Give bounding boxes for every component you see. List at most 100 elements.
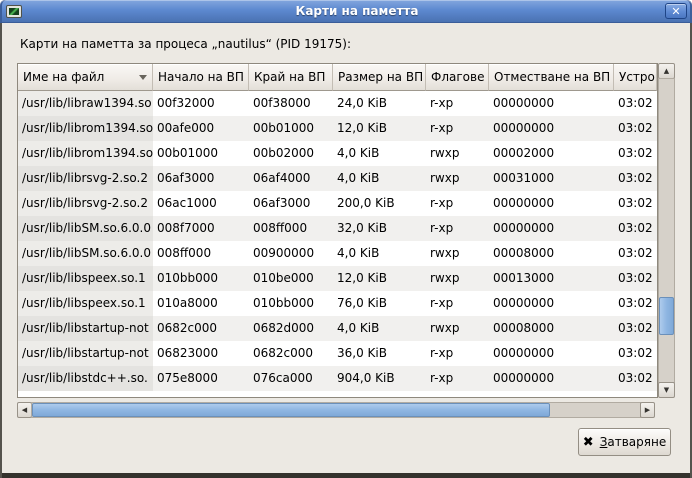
- cell-filename: /usr/lib/libspeex.so.1: [18, 266, 153, 291]
- cell-vm-offset: 00013000: [489, 266, 614, 291]
- column-header[interactable]: Начало на ВП: [153, 64, 249, 91]
- cell-vm-size: 24,0 KiB: [333, 91, 426, 116]
- cell-vm-start: 075e8000: [153, 366, 249, 391]
- column-header[interactable]: Край на ВП: [249, 64, 333, 91]
- vertical-scrollbar[interactable]: ▲ ▼: [658, 63, 675, 398]
- cell-vm-size: 4,0 KiB: [333, 316, 426, 341]
- column-header-label: Край на ВП: [254, 65, 325, 90]
- monitor-screen: [9, 8, 19, 15]
- cell-flags: rwxp: [426, 266, 489, 291]
- cell-vm-size: 76,0 KiB: [333, 291, 426, 316]
- table-row[interactable]: /usr/lib/librsvg-2.so.2 06ac1000 06af300…: [18, 191, 657, 216]
- table-row[interactable]: /usr/lib/libstdc++.so. 075e8000 076ca000…: [18, 366, 657, 391]
- column-header[interactable]: Устройство: [614, 64, 657, 91]
- cell-vm-offset: 00000000: [489, 291, 614, 316]
- cell-vm-end: 06af4000: [249, 166, 333, 191]
- cell-vm-offset: 00031000: [489, 166, 614, 191]
- horizontal-scrollbar-thumb[interactable]: [32, 403, 550, 417]
- cell-vm-offset: 00008000: [489, 316, 614, 341]
- cell-filename: /usr/lib/libstartup-not: [18, 316, 153, 341]
- cell-device: 03:02: [614, 316, 657, 341]
- cell-flags: r-xp: [426, 191, 489, 216]
- cell-device: 03:02: [614, 216, 657, 241]
- scroll-left-button[interactable]: ◀: [17, 402, 32, 418]
- cell-flags: r-xp: [426, 366, 489, 391]
- column-header[interactable]: Флагове: [426, 64, 489, 91]
- arrow-left-icon: ◀: [22, 406, 27, 414]
- cell-vm-offset: 00000000: [489, 216, 614, 241]
- column-header[interactable]: Отместване на ВП: [489, 64, 614, 91]
- column-header-label: Отместване на ВП: [494, 65, 610, 90]
- arrow-up-icon: ▲: [664, 67, 669, 75]
- cell-vm-offset: 00002000: [489, 141, 614, 166]
- cell-vm-start: 06ac1000: [153, 191, 249, 216]
- column-header-label: Име на файл: [23, 65, 104, 90]
- cell-vm-start: 06823000: [153, 341, 249, 366]
- cell-vm-end: 008ff000: [249, 216, 333, 241]
- cell-vm-offset: 00000000: [489, 91, 614, 116]
- table-row[interactable]: /usr/lib/libspeex.so.1 010a8000 010bb000…: [18, 291, 657, 316]
- close-dialog-button[interactable]: ✖ Затваряне: [578, 428, 671, 456]
- cell-vm-size: 4,0 KiB: [333, 166, 426, 191]
- cell-vm-start: 06af3000: [153, 166, 249, 191]
- table-header-row: Име на файл Начало на ВП Край на ВП Разм…: [18, 64, 657, 91]
- arrow-right-icon: ▶: [645, 406, 650, 414]
- cell-filename: /usr/lib/libraw1394.so: [18, 91, 153, 116]
- cell-vm-end: 00900000: [249, 241, 333, 266]
- table-row[interactable]: /usr/lib/libstartup-not 06823000 0682c00…: [18, 341, 657, 366]
- cell-vm-end: 010bb000: [249, 291, 333, 316]
- arrow-down-icon: ▼: [664, 386, 669, 394]
- cell-device: 03:02: [614, 241, 657, 266]
- table-row[interactable]: /usr/lib/libstartup-not 0682c000 0682d00…: [18, 316, 657, 341]
- cell-vm-offset: 00000000: [489, 116, 614, 141]
- titlebar[interactable]: Карти на паметта ✕: [0, 0, 692, 23]
- cell-device: 03:02: [614, 266, 657, 291]
- cell-vm-offset: 00000000: [489, 341, 614, 366]
- table-row[interactable]: /usr/lib/libSM.so.6.0.0 008f7000 008ff00…: [18, 216, 657, 241]
- cell-vm-size: 32,0 KiB: [333, 216, 426, 241]
- cell-vm-end: 0682d000: [249, 316, 333, 341]
- cell-device: 03:02: [614, 166, 657, 191]
- cell-flags: rwxp: [426, 241, 489, 266]
- cell-vm-offset: 00008000: [489, 241, 614, 266]
- cell-filename: /usr/lib/librom1394.so: [18, 116, 153, 141]
- cell-filename: /usr/lib/libSM.so.6.0.0: [18, 216, 153, 241]
- cell-vm-size: 200,0 KiB: [333, 191, 426, 216]
- cell-vm-size: 36,0 KiB: [333, 341, 426, 366]
- horizontal-scrollbar[interactable]: ◀ ▶: [17, 402, 655, 418]
- scroll-up-button[interactable]: ▲: [658, 63, 675, 79]
- vertical-scrollbar-track[interactable]: [658, 78, 675, 383]
- cell-vm-size: 12,0 KiB: [333, 116, 426, 141]
- cell-vm-end: 06af3000: [249, 191, 333, 216]
- close-x-icon: ✖: [583, 436, 594, 449]
- scroll-down-button[interactable]: ▼: [658, 382, 675, 398]
- cell-vm-start: 008f7000: [153, 216, 249, 241]
- table-row[interactable]: /usr/lib/librom1394.so 00afe000 00b01000…: [18, 116, 657, 141]
- cell-device: 03:02: [614, 366, 657, 391]
- column-header[interactable]: Име на файл: [18, 64, 153, 91]
- vertical-scrollbar-thumb[interactable]: [659, 297, 674, 335]
- cell-vm-offset: 00000000: [489, 366, 614, 391]
- scroll-right-button[interactable]: ▶: [640, 402, 655, 418]
- memory-maps-table: Име на файл Начало на ВП Край на ВП Разм…: [17, 63, 658, 398]
- cell-device: 03:02: [614, 341, 657, 366]
- table-row[interactable]: /usr/lib/libspeex.so.1 010bb000 010be000…: [18, 266, 657, 291]
- cell-filename: /usr/lib/libspeex.so.1: [18, 291, 153, 316]
- cell-filename: /usr/lib/libstdc++.so.: [18, 366, 153, 391]
- table-row[interactable]: /usr/lib/libSM.so.6.0.0 008ff000 0090000…: [18, 241, 657, 266]
- cell-filename: /usr/lib/librsvg-2.so.2: [18, 191, 153, 216]
- system-monitor-icon: [6, 4, 22, 18]
- column-header[interactable]: Размер на ВП: [333, 64, 426, 91]
- cell-flags: rwxp: [426, 141, 489, 166]
- cell-flags: rwxp: [426, 316, 489, 341]
- window-close-button[interactable]: ✕: [665, 3, 687, 19]
- column-header-label: Размер на ВП: [338, 65, 423, 90]
- table-row[interactable]: /usr/lib/libraw1394.so 00f32000 00f38000…: [18, 91, 657, 116]
- column-header-label: Флагове: [431, 65, 484, 90]
- table-row[interactable]: /usr/lib/librom1394.so 00b01000 00b02000…: [18, 141, 657, 166]
- dialog-description: Карти на паметта за процеса „nautilus“ (…: [20, 37, 351, 51]
- cell-flags: r-xp: [426, 91, 489, 116]
- cell-vm-size: 4,0 KiB: [333, 241, 426, 266]
- table-row[interactable]: /usr/lib/librsvg-2.so.2 06af3000 06af400…: [18, 166, 657, 191]
- table-body: /usr/lib/libraw1394.so 00f32000 00f38000…: [18, 91, 657, 391]
